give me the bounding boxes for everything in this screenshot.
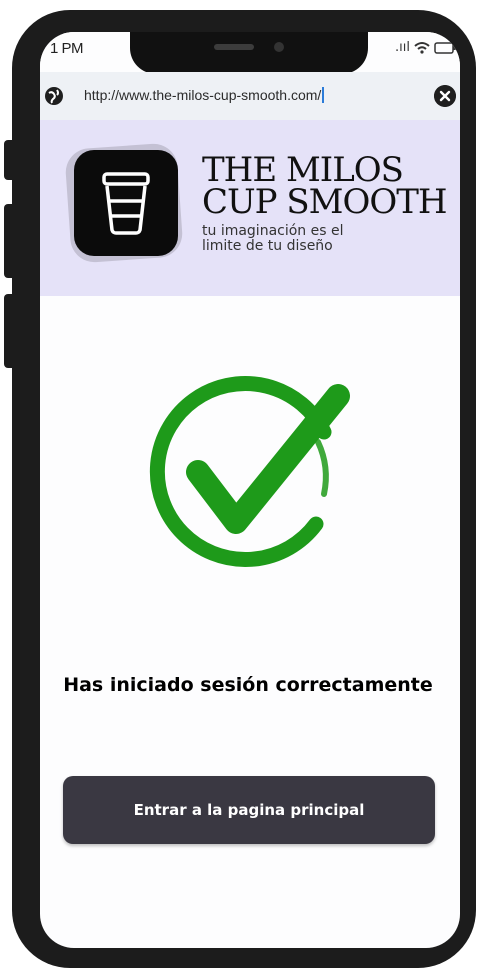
close-icon[interactable] <box>434 85 456 107</box>
globe-icon <box>45 87 63 105</box>
wifi-icon <box>414 41 430 54</box>
phone-screen: 1 PM .ııl http://www.the-milos-cup-smoot… <box>40 32 460 948</box>
speaker-grille <box>214 44 254 50</box>
brand-header: THE MILOS CUP SMOOTH tu imaginación es e… <box>40 120 460 296</box>
cup-icon <box>102 172 150 235</box>
brand-title: THE MILOS CUP SMOOTH <box>202 153 448 222</box>
status-icons: .ııl <box>395 40 456 55</box>
brand-tagline: tu imaginación es el limite de tu diseño <box>202 223 344 254</box>
enter-main-page-button[interactable]: Entrar a la pagina principal <box>63 776 435 844</box>
status-bar: 1 PM .ııl <box>40 32 460 74</box>
battery-icon <box>434 41 456 54</box>
browser-address-bar[interactable]: http://www.the-milos-cup-smooth.com/ <box>40 72 460 120</box>
phone-notch <box>130 32 368 74</box>
brand-logo <box>74 150 178 256</box>
side-button-mute <box>4 140 16 180</box>
signal-icon: .ııl <box>395 40 410 55</box>
check-icon <box>149 376 350 567</box>
side-button-volume-up <box>4 204 16 278</box>
side-button-volume-down <box>4 294 16 368</box>
front-camera <box>274 42 284 52</box>
url-input[interactable]: http://www.the-milos-cup-smooth.com/ <box>84 87 325 103</box>
url-value: http://www.the-milos-cup-smooth.com/ <box>84 87 322 103</box>
brand-title-line-2: CUP SMOOTH <box>202 182 448 222</box>
status-time: 1 PM <box>50 40 84 57</box>
success-message: Has iniciado sesión correctamente <box>63 674 433 696</box>
text-caret <box>322 87 325 103</box>
stage: 1 PM .ııl http://www.the-milos-cup-smoot… <box>0 0 488 974</box>
